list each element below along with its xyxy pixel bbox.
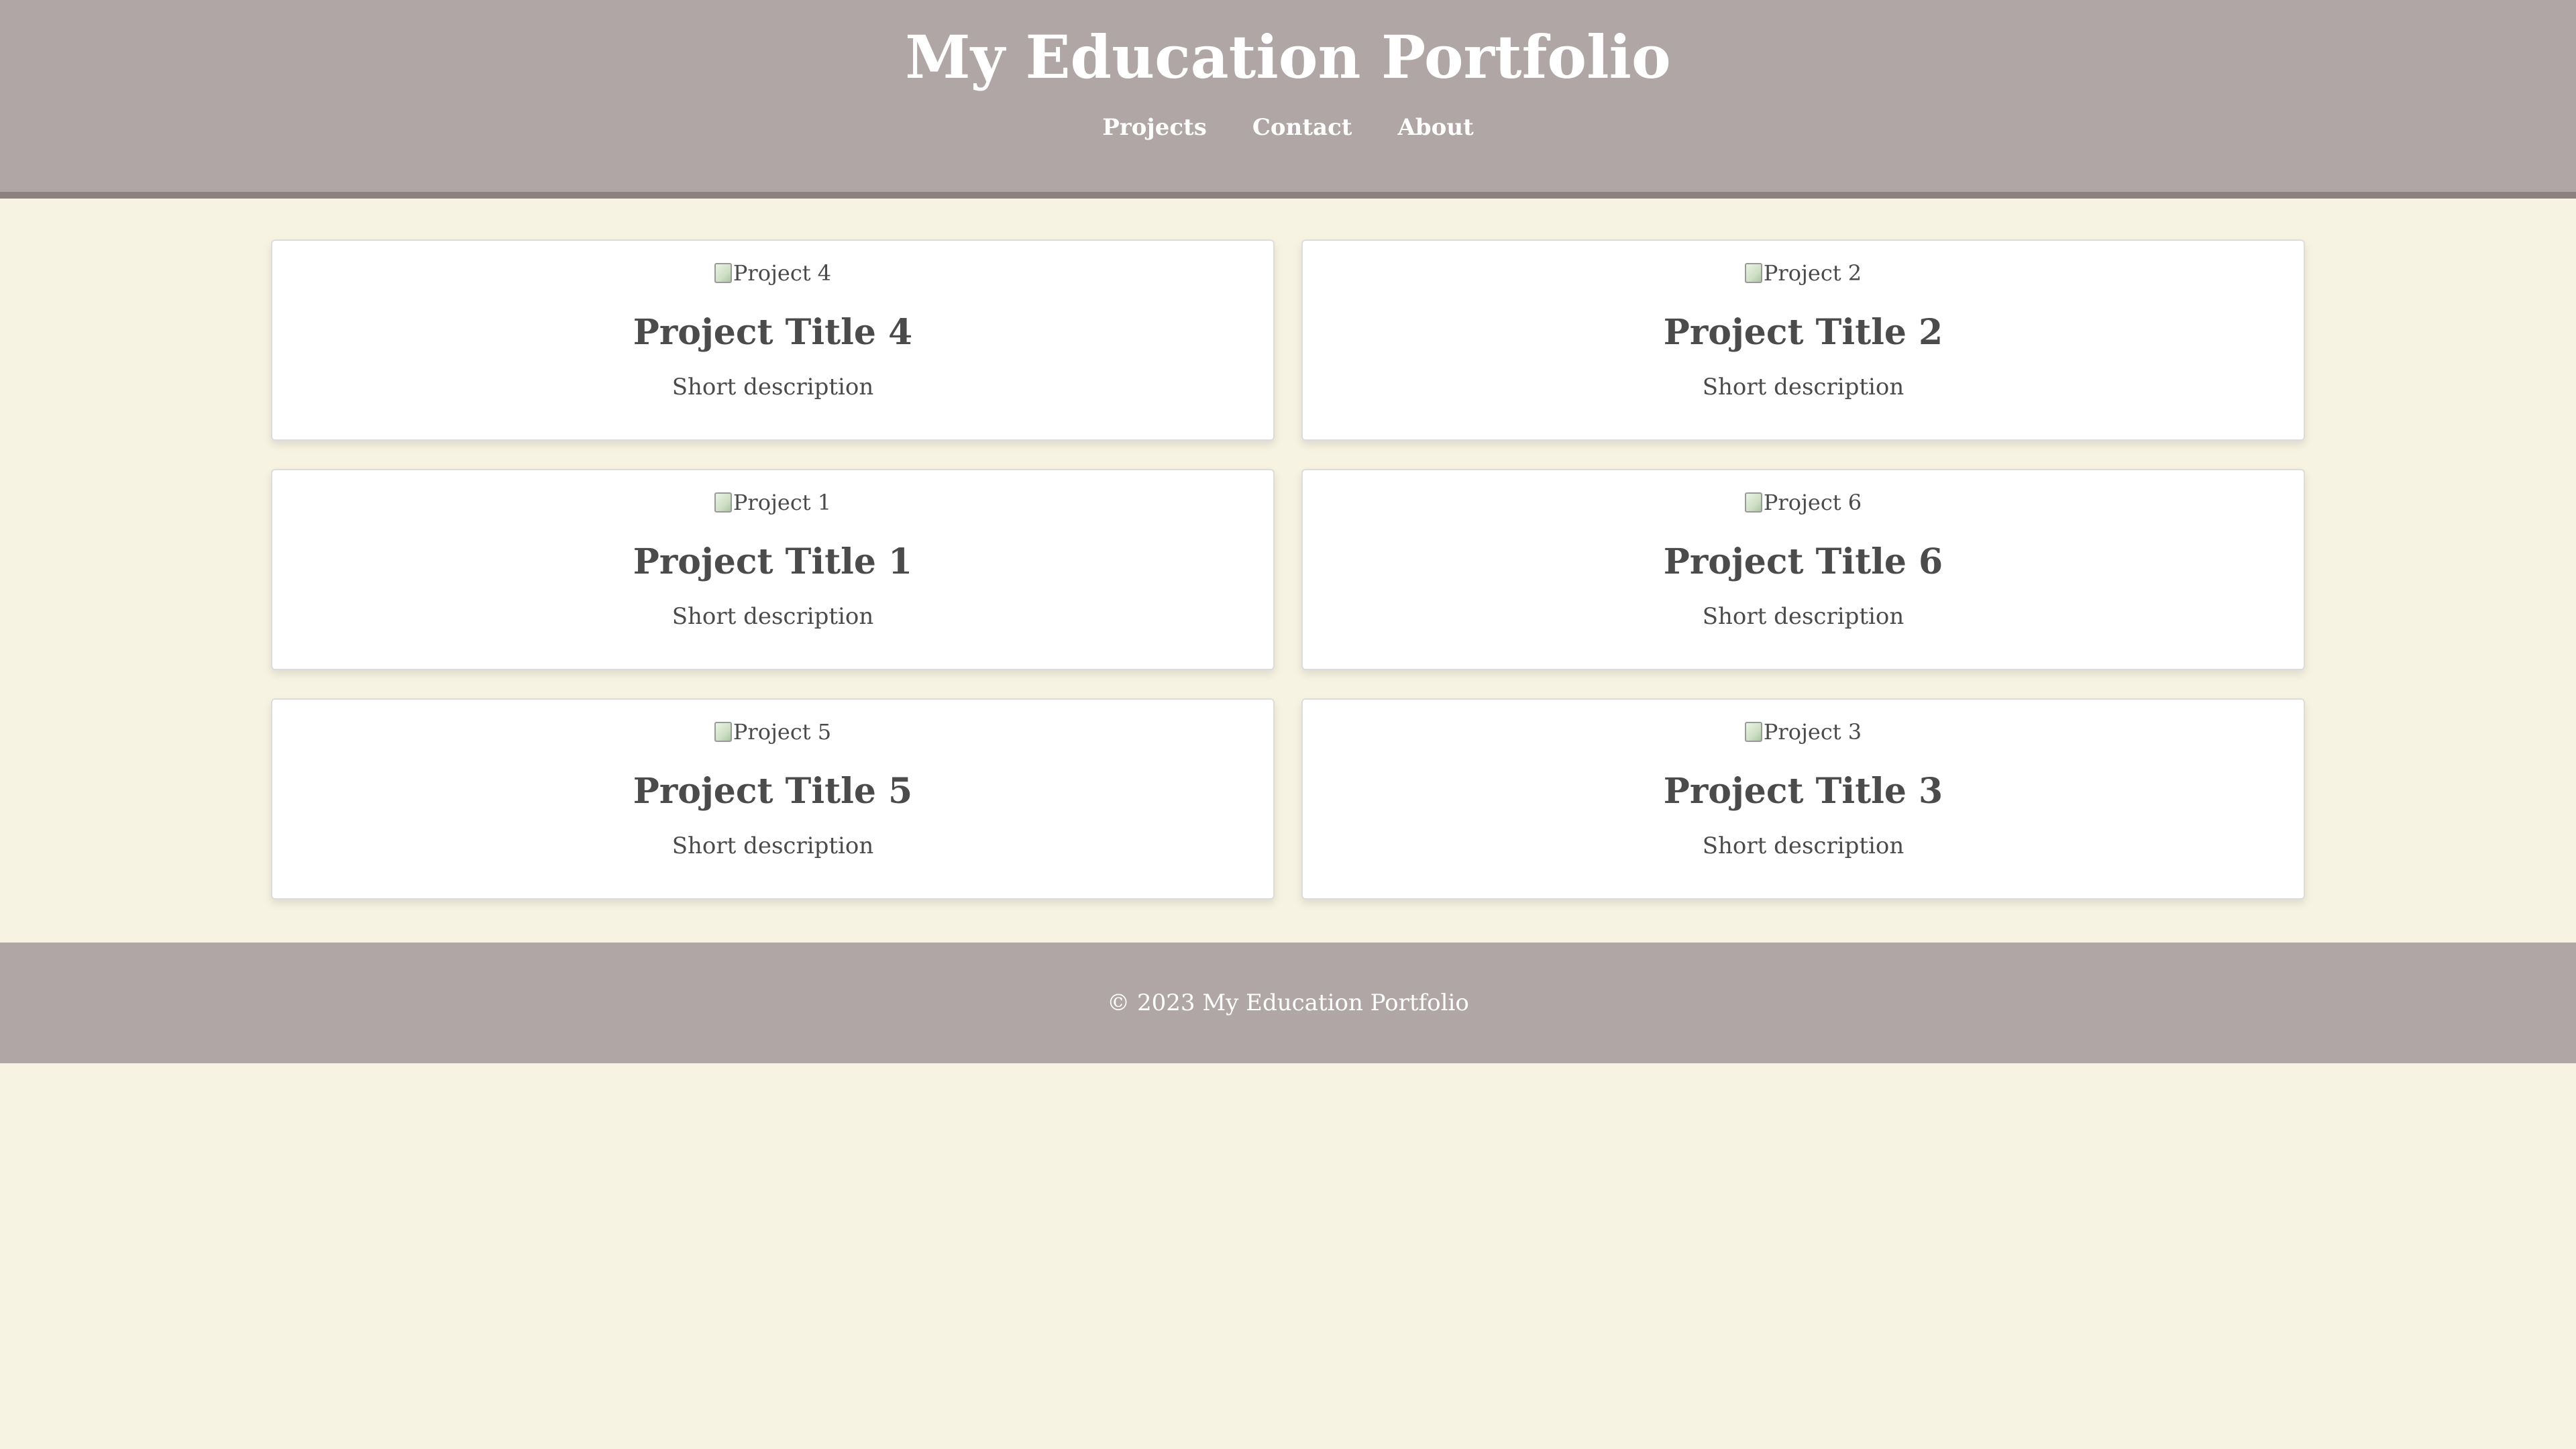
project-title: Project Title 3 — [1663, 771, 1943, 812]
project-image-alt: Project 6 — [1763, 490, 1862, 515]
project-image: Project 6 — [1303, 488, 2304, 517]
project-card[interactable]: Project 4 Project Title 4 Short descript… — [271, 239, 1275, 441]
project-description: Short description — [672, 374, 874, 400]
broken-image-icon — [714, 263, 732, 283]
project-image: Project 4 — [272, 258, 1273, 288]
site-footer: © 2023 My Education Portfolio — [0, 943, 2576, 1063]
main-nav: Projects Contact About — [0, 111, 2576, 144]
copyright-text: © 2023 My Education Portfolio — [1107, 989, 1469, 1016]
project-title: Project Title 5 — [633, 771, 913, 812]
project-image-alt: Project 5 — [733, 719, 832, 745]
nav-link-contact[interactable]: Contact — [1252, 111, 1352, 144]
project-title: Project Title 2 — [1663, 312, 1943, 353]
broken-image-icon — [1744, 263, 1762, 283]
project-image-alt: Project 4 — [733, 260, 832, 286]
project-description: Short description — [1702, 833, 1904, 859]
project-card[interactable]: Project 6 Project Title 6 Short descript… — [1301, 469, 2305, 670]
project-image: Project 5 — [272, 717, 1273, 747]
project-image: Project 1 — [272, 488, 1273, 517]
project-title: Project Title 4 — [633, 312, 913, 353]
project-image-alt: Project 1 — [733, 490, 832, 515]
broken-image-icon — [714, 492, 732, 513]
broken-image-icon — [1744, 492, 1762, 513]
project-card[interactable]: Project 3 Project Title 3 Short descript… — [1301, 698, 2305, 900]
project-image-alt: Project 3 — [1763, 719, 1862, 745]
project-card[interactable]: Project 1 Project Title 1 Short descript… — [271, 469, 1275, 670]
project-description: Short description — [672, 833, 874, 859]
broken-image-icon — [714, 722, 732, 742]
project-image: Project 2 — [1303, 258, 2304, 288]
project-description: Short description — [672, 603, 874, 630]
project-card[interactable]: Project 2 Project Title 2 Short descript… — [1301, 239, 2305, 441]
project-image-alt: Project 2 — [1763, 260, 1862, 286]
projects-grid: Project 4 Project Title 4 Short descript… — [271, 239, 2305, 900]
nav-link-about[interactable]: About — [1397, 111, 1473, 144]
project-description: Short description — [1702, 603, 1904, 630]
project-title: Project Title 6 — [1663, 541, 1943, 582]
site-header: My Education Portfolio Projects Contact … — [0, 0, 2576, 199]
project-description: Short description — [1702, 374, 1904, 400]
site-title: My Education Portfolio — [905, 22, 1671, 92]
project-card[interactable]: Project 5 Project Title 5 Short descript… — [271, 698, 1275, 900]
broken-image-icon — [1744, 722, 1762, 742]
project-image: Project 3 — [1303, 717, 2304, 747]
project-title: Project Title 1 — [633, 541, 913, 582]
nav-link-projects[interactable]: Projects — [1102, 111, 1207, 144]
